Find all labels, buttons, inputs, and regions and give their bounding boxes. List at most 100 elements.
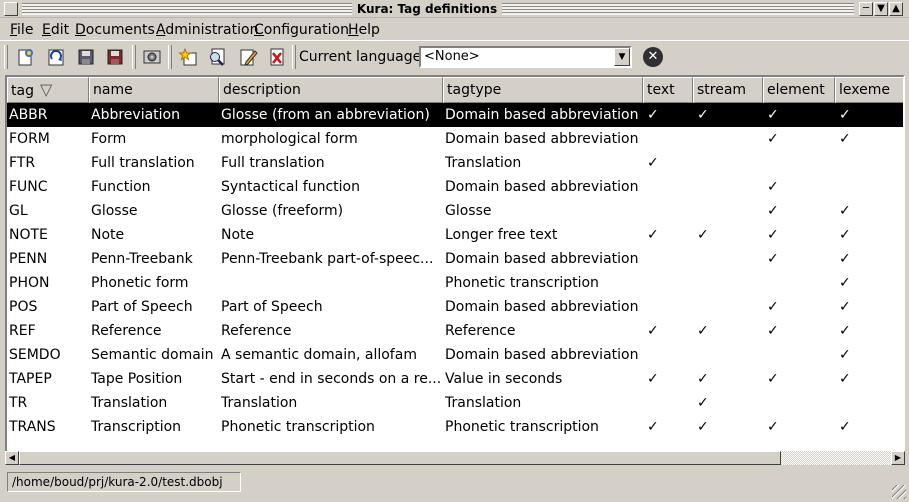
menu-documents[interactable]: Documents bbox=[75, 21, 155, 39]
cell-lexeme-check: ✓ bbox=[839, 347, 851, 363]
cell-text-check bbox=[647, 391, 697, 415]
new-tag-icon bbox=[178, 47, 197, 66]
clear-language-button[interactable]: ✕ bbox=[640, 45, 666, 69]
cell-tagtype: Domain based abbreviation bbox=[445, 131, 639, 147]
table-row[interactable]: PENN Penn-Treebank Penn-Treebank part-of-s… bbox=[7, 247, 903, 271]
new-tag-button[interactable] bbox=[175, 44, 201, 70]
cell-stream-check bbox=[697, 127, 767, 151]
column-header-tag[interactable]: tag ▽ bbox=[7, 77, 89, 103]
column-header-tag-label: tag bbox=[11, 83, 34, 99]
language-select[interactable]: <None> ▼ bbox=[419, 46, 632, 68]
toolbar-separator-1 bbox=[132, 45, 136, 69]
menu-edit[interactable]: Edit bbox=[42, 21, 69, 39]
column-header-text[interactable]: text bbox=[643, 77, 693, 103]
minimize-button[interactable]: ─ bbox=[859, 2, 873, 16]
table-row[interactable]: NOTE Note Note Longer free text ✓ ✓ ✓ ✓ bbox=[7, 223, 903, 247]
table-row[interactable]: TRANS Transcription Phonetic transcription… bbox=[7, 415, 903, 439]
cell-stream-check: ✓ bbox=[697, 419, 709, 435]
cell-tag: TRANS bbox=[9, 419, 56, 435]
cell-element-check: ✓ bbox=[767, 251, 779, 267]
horizontal-scrollbar[interactable]: ◀ ▶ bbox=[5, 451, 905, 465]
settings-icon bbox=[143, 50, 161, 64]
cell-element-check bbox=[767, 271, 839, 295]
menu-file[interactable]: File bbox=[10, 21, 33, 39]
toolbar-separator-2 bbox=[168, 45, 172, 69]
menu-help[interactable]: Help bbox=[348, 21, 380, 39]
cell-tagtype: Value in seconds bbox=[445, 371, 563, 387]
cell-lexeme-check: ✓ bbox=[839, 371, 851, 387]
column-header-tagtype-label: tagtype bbox=[447, 82, 502, 98]
cell-tag: GL bbox=[9, 203, 28, 219]
cell-tag: REF bbox=[9, 323, 36, 339]
titlebar-stripes-right bbox=[502, 3, 854, 15]
reload-button[interactable] bbox=[43, 44, 69, 70]
cell-stream-check bbox=[697, 175, 767, 199]
scroll-right-button[interactable]: ▶ bbox=[891, 451, 905, 465]
scroll-thumb[interactable] bbox=[19, 451, 781, 465]
menu-configuration[interactable]: Configuration bbox=[254, 21, 349, 39]
table-row[interactable]: GL Glosse Glosse (freeform) Glosse ✓ ✓ bbox=[7, 199, 903, 223]
cell-name: Reference bbox=[91, 323, 162, 339]
cell-text-check bbox=[647, 127, 697, 151]
cell-tag: FORM bbox=[9, 131, 50, 147]
cell-description: Note bbox=[221, 227, 255, 243]
cell-name: Phonetic form bbox=[91, 275, 189, 291]
column-header-tagtype[interactable]: tagtype bbox=[443, 77, 643, 103]
column-header-element[interactable]: element bbox=[763, 77, 835, 103]
chevron-down-icon[interactable]: ▼ bbox=[614, 48, 630, 66]
table-row[interactable]: PHON Phonetic form Phonetic transcription ✓ bbox=[7, 271, 903, 295]
cell-stream-check bbox=[697, 247, 767, 271]
table-row[interactable]: ABBR Abbreviation Glosse (from an abbrevia… bbox=[7, 103, 903, 127]
column-header-name[interactable]: name bbox=[89, 77, 219, 103]
cell-lexeme-check: ✓ bbox=[839, 203, 851, 219]
titlebar-stripes-left bbox=[22, 3, 352, 15]
maximize-button[interactable]: ▼ bbox=[874, 2, 888, 16]
cell-text-check: ✓ bbox=[647, 323, 659, 339]
scroll-left-button[interactable]: ◀ bbox=[5, 451, 19, 465]
table-row[interactable]: SEMDO Semantic domain A semantic domain, a… bbox=[7, 343, 903, 367]
column-header-description[interactable]: description bbox=[219, 77, 443, 103]
table-row[interactable]: FORM Form morphological form Domain based a… bbox=[7, 127, 903, 151]
window-menu-button[interactable] bbox=[4, 2, 18, 16]
cell-tag: FUNC bbox=[9, 179, 48, 195]
cell-name: Function bbox=[91, 179, 151, 195]
table-row[interactable]: POS Part of Speech Part of Speech Domain ba… bbox=[7, 295, 903, 319]
table-row[interactable]: TR Translation Translation Translation ✓ bbox=[7, 391, 903, 415]
cell-description: morphological form bbox=[221, 131, 358, 147]
cell-element-check: ✓ bbox=[767, 419, 779, 435]
cell-text-check bbox=[647, 271, 697, 295]
cell-text-check: ✓ bbox=[647, 371, 659, 387]
settings-button[interactable] bbox=[139, 44, 165, 70]
edit-icon bbox=[240, 49, 258, 66]
menu-administration[interactable]: Administration bbox=[156, 21, 258, 39]
column-header-lexeme[interactable]: lexeme bbox=[835, 77, 903, 103]
table-row[interactable]: REF Reference Reference Reference ✓ ✓ ✓ ✓ bbox=[7, 319, 903, 343]
cell-lexeme-check: ✓ bbox=[839, 419, 851, 435]
cell-tagtype: Reference bbox=[445, 323, 516, 339]
find-button[interactable] bbox=[204, 44, 230, 70]
menu-administration-accel: A bbox=[156, 22, 166, 38]
cell-description: Reference bbox=[221, 323, 292, 339]
save-button[interactable] bbox=[73, 44, 99, 70]
menu-edit-rest: dit bbox=[50, 22, 70, 38]
toolbar-grip[interactable] bbox=[4, 45, 8, 69]
delete-button[interactable] bbox=[264, 44, 290, 70]
cell-name: Abbreviation bbox=[91, 107, 180, 123]
column-header-stream[interactable]: stream bbox=[693, 77, 763, 103]
cell-tag: PHON bbox=[9, 275, 50, 291]
close-window-button[interactable]: ▲ bbox=[889, 2, 903, 16]
table-row[interactable]: FTR Full translation Full translation Trans… bbox=[7, 151, 903, 175]
cell-element-check: ✓ bbox=[767, 299, 779, 315]
new-document-button[interactable] bbox=[12, 44, 38, 70]
cell-lexeme-check: ✓ bbox=[839, 107, 851, 123]
cell-description: A semantic domain, allofam bbox=[221, 347, 417, 363]
table-row[interactable]: FUNC Function Syntactical function Domain b… bbox=[7, 175, 903, 199]
edit-button[interactable] bbox=[235, 44, 261, 70]
cell-element-check: ✓ bbox=[767, 371, 779, 387]
cell-text-check bbox=[647, 199, 697, 223]
cell-element-check: ✓ bbox=[767, 323, 779, 339]
resize-grip[interactable] bbox=[892, 485, 906, 499]
cell-lexeme-check bbox=[839, 391, 903, 415]
save-all-button[interactable] bbox=[102, 44, 128, 70]
table-row[interactable]: TAPEP Tape Position Start - end in seconds… bbox=[7, 367, 903, 391]
